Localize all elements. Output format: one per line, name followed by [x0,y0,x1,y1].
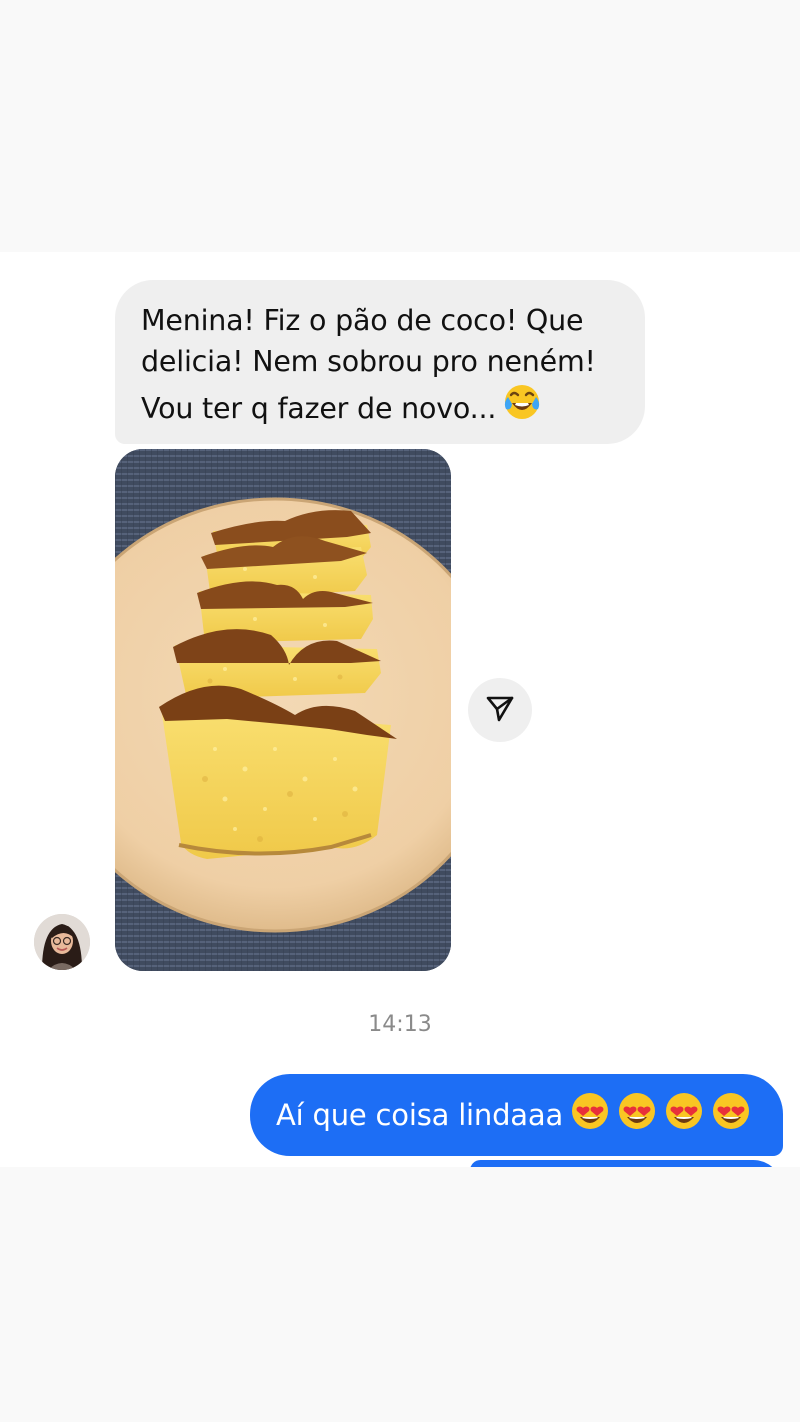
incoming-message-bubble[interactable]: Menina! Fiz o pão de coco! Que delicia! … [115,280,645,444]
incoming-message-line-3: Vou ter q fazer de novo... [141,382,619,433]
paper-plane-icon [485,693,515,727]
bottom-blank-area [0,1167,800,1422]
incoming-message-line-2: delicia! Nem sobrou pro neném! [141,345,596,378]
outgoing-message-text: Aí que coisa lindaaa [276,1098,564,1132]
message-timestamp: 14:13 [368,1012,432,1037]
contact-avatar[interactable] [34,914,90,970]
top-blank-area [0,0,800,252]
smiling-face-with-heart-eyes-emoji [570,1080,610,1162]
incoming-message-line-1: Menina! Fiz o pão de coco! Que [141,304,584,337]
face-with-tears-of-joy-emoji [502,382,542,433]
chat-thread[interactable]: Menina! Fiz o pão de coco! Que delicia! … [0,252,800,1167]
outgoing-message-bubble-partial[interactable] [470,1160,783,1167]
incoming-photo[interactable] [115,449,451,971]
share-button[interactable] [468,678,532,742]
smiling-face-with-heart-eyes-emoji [617,1080,657,1162]
smiling-face-with-heart-eyes-emoji [711,1080,751,1162]
outgoing-message-bubble[interactable]: Aí que coisa lindaaa [250,1074,783,1156]
smiling-face-with-heart-eyes-emoji [664,1080,704,1162]
